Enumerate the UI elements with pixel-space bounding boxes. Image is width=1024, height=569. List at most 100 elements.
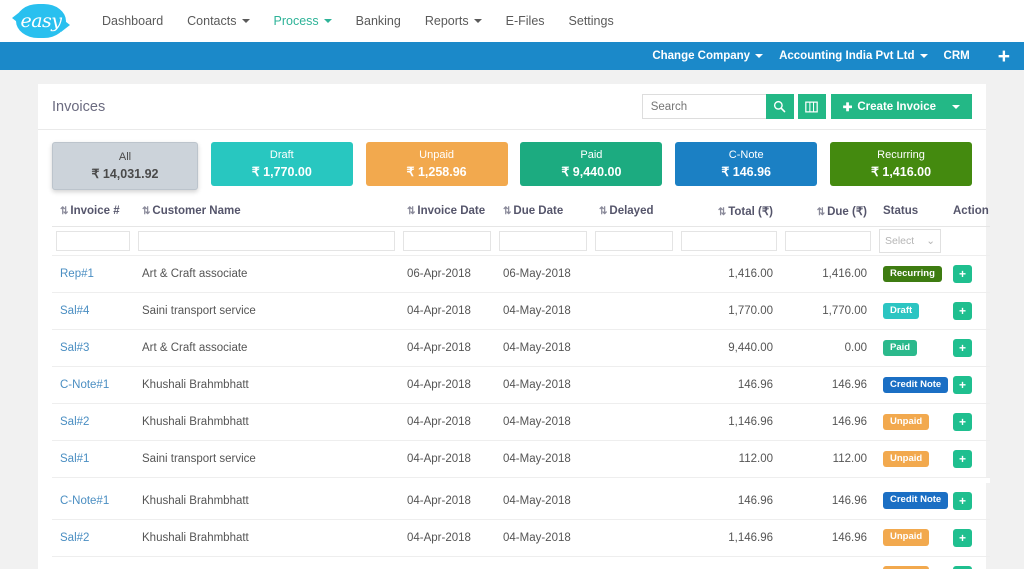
quick-add-icon[interactable]: +	[998, 46, 1010, 67]
row-action-plus-button[interactable]: +	[953, 528, 972, 547]
column-header-total[interactable]: ⇅ Total (₹)	[677, 198, 781, 227]
easy-logo[interactable]: easy	[12, 2, 70, 40]
table-row[interactable]: Sal#1Saini transport service04-Apr-20180…	[52, 440, 990, 478]
cell-invoice-number[interactable]: Sal#4	[52, 292, 134, 330]
cell-invoice-date-text: 04-Apr-2018	[407, 305, 471, 317]
nav-item-dashboard[interactable]: Dashboard	[90, 8, 175, 34]
chevron-down-icon[interactable]	[952, 104, 960, 109]
cell-customer-name: Khushali Brahmbhatt	[134, 366, 399, 404]
column-header-delayed[interactable]: ⇅ Delayed	[591, 198, 677, 227]
filter-input-customer[interactable]	[138, 231, 395, 251]
create-invoice-button[interactable]: ✚ Create Invoice	[830, 94, 972, 119]
summary-card-paid[interactable]: Paid ₹ 9,440.00	[520, 142, 663, 186]
row-action-plus-button[interactable]: +	[953, 302, 972, 320]
company-selector-menu[interactable]: Accounting India Pvt Ltd	[779, 50, 928, 62]
cell-customer-name: Art & Craft associate	[134, 255, 399, 293]
cell-total-text: 146.96	[737, 379, 773, 391]
column-header-label: Invoice Date	[417, 205, 486, 217]
invoices-table: ⇅ Invoice # ⇅ Customer Name ⇅ Invoice Date ⇅ Du…	[52, 198, 990, 569]
search-input[interactable]	[641, 94, 766, 119]
table-row[interactable]: Sal#1Saini transport service04-Apr-20180…	[52, 556, 990, 569]
filter-input-delayed[interactable]	[595, 231, 673, 251]
cell-customer-name: Khushali Brahmbhatt	[134, 519, 399, 557]
table-row[interactable]: Sal#4 Saini transport service 04-Apr-2018 0…	[52, 292, 990, 330]
nav-item-settings[interactable]: Settings	[557, 8, 626, 34]
row-action-plus-button[interactable]: +	[953, 339, 972, 357]
cell-status: Paid	[875, 329, 945, 367]
nav-item-reports[interactable]: Reports	[413, 8, 494, 34]
cell-invoice-number[interactable]: Sal#1	[52, 440, 134, 478]
summary-card-draft[interactable]: Draft ₹ 1,770.00	[210, 142, 353, 186]
sort-icon: ⇅	[816, 207, 826, 218]
cell-invoice-number[interactable]: C-Note#1	[52, 366, 134, 404]
table-row[interactable]: Sal#3 Art & Craft associate 04-Apr-2018 04-…	[52, 329, 990, 367]
cell-customer-name-text: Khushali Brahmbhatt	[142, 494, 249, 507]
row-action-plus-button[interactable]: +	[953, 413, 972, 431]
summary-card-value: ₹ 14,031.92	[91, 167, 159, 181]
cell-total: 146.96	[677, 366, 781, 404]
column-header-due-date[interactable]: ⇅ Due Date	[495, 198, 591, 227]
cell-invoice-number[interactable]: Rep#1	[52, 255, 134, 293]
cell-action: +	[945, 440, 990, 478]
status-badge: Unpaid	[883, 450, 930, 468]
cell-invoice-number[interactable]: Sal#3	[52, 329, 134, 367]
column-chooser-button[interactable]	[797, 94, 826, 119]
cell-due-date-text: 04-May-2018	[503, 494, 571, 507]
cell-invoice-date: 04-Apr-2018	[399, 519, 495, 557]
row-action-plus-button[interactable]: +	[953, 491, 972, 510]
cell-invoice-number[interactable]: C-Note#1	[52, 482, 134, 520]
table-row[interactable]: C-Note#1 Khushali Brahmbhatt 04-Apr-2018 04…	[52, 482, 990, 520]
cell-due-date: 06-May-2018	[495, 255, 591, 293]
cell-total: 146.96	[677, 482, 781, 520]
summary-card-c-note[interactable]: C-Note ₹ 146.96	[675, 142, 818, 186]
change-company-menu[interactable]: Change Company	[652, 50, 764, 62]
nav-item-process[interactable]: Process	[262, 8, 344, 34]
invoices-card: Invoices Search ✚ Create Invoice All ₹ 1…	[38, 84, 990, 569]
change-company-label: Change Company	[652, 50, 751, 62]
search-button[interactable]	[765, 94, 794, 119]
crm-link[interactable]: CRM	[944, 50, 970, 62]
cell-invoice-date-text: 06-Apr-2018	[407, 268, 471, 280]
header-toolbar: ✚ Create Invoice	[641, 94, 972, 119]
cell-status: Unpaid	[875, 440, 945, 478]
column-header-customer-name[interactable]: ⇅ Customer Name	[134, 198, 399, 227]
table-row[interactable]: Sal#2 Khushali Brahmbhatt 04-Apr-2018 04-Ma…	[52, 403, 990, 441]
column-header-due[interactable]: ⇅ Due (₹)	[781, 198, 875, 227]
filter-input-due-date[interactable]	[499, 231, 587, 251]
cell-customer-name-text: Saini transport service	[142, 453, 256, 465]
table-row[interactable]: C-Note#1 Khushali Brahmbhatt 04-Apr-2018 04…	[52, 366, 990, 404]
column-header-invoice-date[interactable]: ⇅ Invoice Date	[399, 198, 495, 227]
sort-icon: ⇅	[407, 206, 416, 217]
filter-status-select[interactable]: Select ⌄	[879, 229, 941, 253]
cell-invoice-date: 06-Apr-2018	[399, 255, 495, 293]
row-action-plus-button[interactable]: +	[953, 265, 972, 283]
cell-invoice-date-text: 04-Apr-2018	[407, 494, 471, 507]
row-action-plus-button[interactable]: +	[953, 376, 972, 394]
nav-item-banking[interactable]: Banking	[344, 8, 413, 34]
cell-invoice-number[interactable]: Sal#1	[52, 556, 134, 569]
table-row[interactable]: Sal#2 Khushali Brahmbhatt 04-Apr-2018 04-Ma…	[52, 519, 990, 557]
summary-card-all[interactable]: All ₹ 14,031.92	[52, 142, 198, 190]
filter-input-due[interactable]	[785, 231, 871, 251]
filter-input-invoice-date[interactable]	[403, 231, 491, 251]
summary-card-value: ₹ 1,258.96	[406, 165, 467, 179]
filter-input-total[interactable]	[681, 231, 777, 251]
cell-invoice-number-text: Sal#1	[60, 453, 90, 465]
card-header: Invoices Search ✚ Create Invoice	[38, 84, 986, 130]
summary-card-recurring[interactable]: Recurring ₹ 1,416.00	[829, 142, 972, 186]
cell-status: Unpaid	[875, 519, 945, 557]
cell-customer-name: Saini transport service	[134, 556, 399, 569]
column-header-invoice[interactable]: ⇅ Invoice #	[52, 198, 134, 227]
cell-invoice-number[interactable]: Sal#2	[52, 403, 134, 441]
table-row[interactable]: Rep#1 Art & Craft associate 06-Apr-2018 06-…	[52, 255, 990, 293]
cell-invoice-date-text: 04-Apr-2018	[407, 342, 471, 354]
nav-item-e-files[interactable]: E-Files	[494, 8, 557, 34]
nav-item-contacts[interactable]: Contacts	[175, 8, 261, 34]
row-action-plus-button[interactable]: +	[953, 450, 972, 468]
cell-invoice-date-text: 04-Apr-2018	[407, 379, 471, 391]
filter-input-invoice[interactable]	[56, 231, 130, 251]
summary-card-unpaid[interactable]: Unpaid ₹ 1,258.96	[365, 142, 508, 186]
cell-invoice-number[interactable]: Sal#2	[52, 519, 134, 557]
row-action-plus-button[interactable]: +	[953, 565, 972, 569]
cell-invoice-number-text: C-Note#1	[60, 494, 110, 507]
